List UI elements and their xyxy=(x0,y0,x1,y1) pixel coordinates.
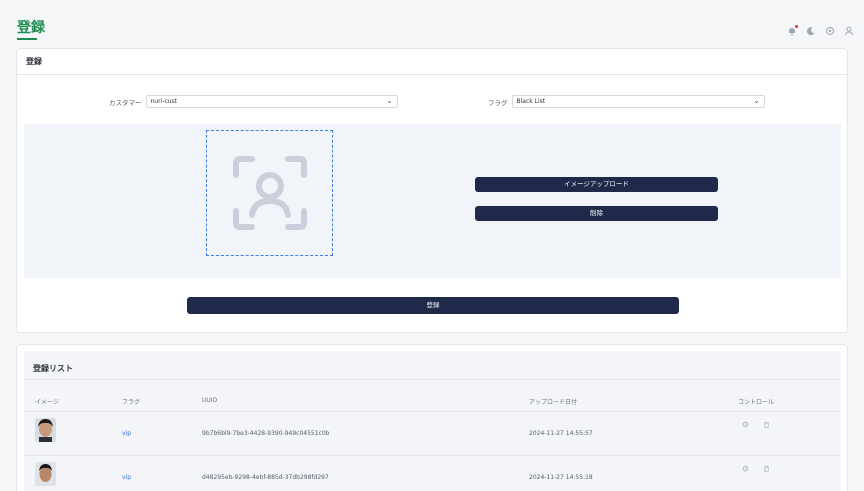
flag-select[interactable]: Black List ⌄ xyxy=(511,95,765,108)
chevron-down-icon: ⌄ xyxy=(386,97,393,105)
top-icons xyxy=(787,25,854,36)
register-card: 登録 カスタマー nuri-cust ⌄ フラグ Black List ⌄ イメ… xyxy=(16,48,848,333)
row-flag: vip xyxy=(122,474,132,481)
register-list-card: 登録リスト イメージ フラグ UUID アップロード日付 コントロール vip … xyxy=(16,344,848,491)
trash-icon[interactable] xyxy=(763,465,770,472)
column-header-image: イメージ xyxy=(35,399,59,406)
submit-register-button[interactable]: 登録 xyxy=(187,297,679,314)
notification-dot xyxy=(795,25,798,28)
row-uuid: 9b7b6bl9-7be3-4428-9390-949c04551c0b xyxy=(202,430,330,437)
list-inner: 登録リスト イメージ フラグ UUID アップロード日付 コントロール vip … xyxy=(24,351,841,491)
moon-icon[interactable] xyxy=(806,26,816,36)
upload-area: イメージアップロード 削除 xyxy=(24,124,841,278)
flag-label: フラグ xyxy=(488,98,508,107)
row-upload-date: 2024-11-27 14:55:18 xyxy=(529,474,593,481)
image-upload-button[interactable]: イメージアップロード xyxy=(475,177,718,192)
chevron-down-icon: ⌄ xyxy=(753,97,760,105)
trash-icon[interactable] xyxy=(763,421,770,428)
table-row: vip d48295eb-9298-4ebf-885d-37db298fd297… xyxy=(24,455,841,491)
page-title: 登録 xyxy=(17,20,45,36)
image-drop-zone[interactable] xyxy=(206,130,333,256)
flag-select-value: Black List xyxy=(516,98,546,105)
customer-label: カスタマー xyxy=(109,98,142,107)
page-title-underline xyxy=(17,38,37,40)
row-upload-date: 2024-11-27 14:55:57 xyxy=(529,430,593,437)
customer-select[interactable]: nuri-cust ⌄ xyxy=(145,95,398,108)
gear-icon[interactable] xyxy=(742,465,749,472)
list-separator xyxy=(24,379,841,380)
register-card-header: 登録 xyxy=(17,49,847,75)
column-header-uuid: UUID xyxy=(202,397,218,404)
row-controls xyxy=(742,465,770,472)
row-flag: vip xyxy=(122,430,132,437)
customer-field: カスタマー nuri-cust ⌄ xyxy=(109,95,398,108)
list-title: 登録リスト xyxy=(33,364,73,373)
face-scan-icon xyxy=(232,156,307,230)
row-uuid: d48295eb-9298-4ebf-885d-37db298fd297 xyxy=(202,474,329,481)
delete-button[interactable]: 削除 xyxy=(475,206,718,221)
column-header-control: コントロール xyxy=(738,399,775,406)
customer-select-value: nuri-cust xyxy=(150,98,177,105)
table-row: vip 9b7b6bl9-7be3-4428-9390-949c04551c0b… xyxy=(24,411,841,455)
user-icon[interactable] xyxy=(844,26,854,36)
row-controls xyxy=(742,421,770,428)
notification-icon[interactable] xyxy=(787,25,798,36)
settings-icon[interactable] xyxy=(825,26,835,36)
column-header-flag: フラグ xyxy=(122,399,141,406)
flag-field: フラグ Black List ⌄ xyxy=(488,95,765,108)
avatar[interactable] xyxy=(35,462,56,486)
avatar[interactable] xyxy=(35,418,56,442)
gear-icon[interactable] xyxy=(742,421,749,428)
column-header-upload-date: アップロード日付 xyxy=(529,399,578,406)
